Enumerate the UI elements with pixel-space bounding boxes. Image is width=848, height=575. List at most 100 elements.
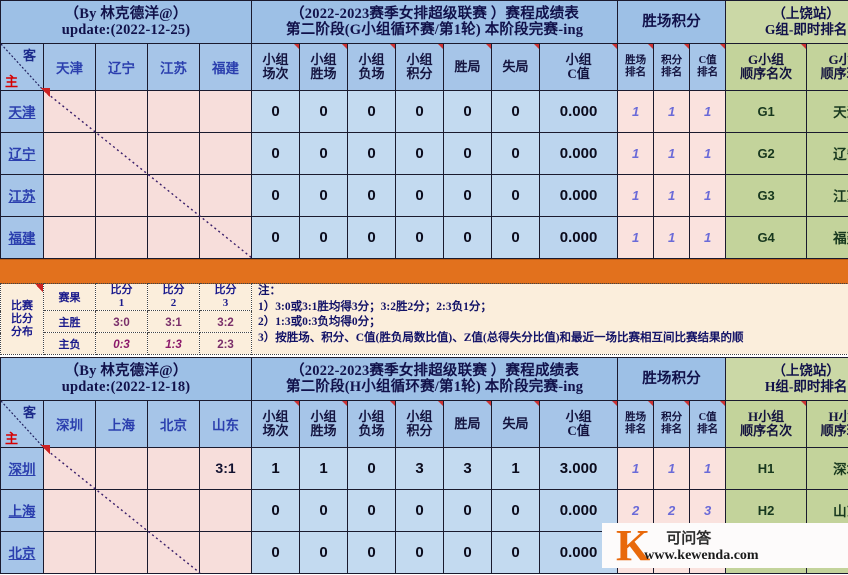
h-cell-2-0[interactable] <box>43 531 96 574</box>
g-stat-3-0: 0 <box>251 216 301 259</box>
g-order-1-team: 辽宁 <box>806 132 848 175</box>
h-stat-1-5: 0 <box>491 489 541 532</box>
h-cell-0-0[interactable] <box>43 447 96 490</box>
g-rank-3-0: 1 <box>617 216 655 259</box>
table-row[interactable]: 江苏 0 0 0 0 0 0 0.000 1 1 1 G3 江苏 <box>0 174 848 217</box>
g-stat-0-3: 0 <box>395 90 445 133</box>
g-rank-head-1: 积分 排名 <box>653 43 691 91</box>
h-order-0-no: H1 <box>725 447 808 490</box>
g-cell-1-2[interactable] <box>147 132 200 175</box>
g-rank-3-1: 1 <box>653 216 691 259</box>
g-cell-3-1[interactable] <box>95 216 148 259</box>
h-stat-1-3: 0 <box>395 489 445 532</box>
h-stat-head-4: 胜局 <box>443 400 493 448</box>
h-stat-2-2: 0 <box>347 531 397 574</box>
h-matrix-corner-marker-icon <box>41 445 50 454</box>
legend-corner-marker-icon <box>35 284 43 292</box>
corner-home-label: 主 <box>5 74 19 89</box>
g-cell-2-0[interactable] <box>43 174 96 217</box>
g-cell-3-0[interactable] <box>43 216 96 259</box>
g-order-3-no: G4 <box>725 216 808 259</box>
g-rank-0-2: 1 <box>689 90 727 133</box>
g-cell-1-3[interactable] <box>198 132 253 175</box>
g-stat-head-1: 小组 胜场 <box>299 43 349 91</box>
h-cell-0-3[interactable]: 3:1 <box>198 447 253 490</box>
g-rank-0-0: 1 <box>617 90 655 133</box>
g-rank-header-line1: （上饶站） <box>772 6 840 21</box>
h-stat-0-2: 0 <box>347 447 397 490</box>
legend-val-1-2: 2:3 <box>199 332 252 355</box>
h-header-row: 客 主 深圳 上海 北京 山东 小组 场次 小组 胜场 小组 负场 小组 积分 胜局 失… <box>0 400 848 448</box>
legend-val-0-2: 3:2 <box>199 310 252 333</box>
h-stat-2-5: 0 <box>491 531 541 574</box>
g-stat-2-6: 0.000 <box>539 174 619 217</box>
h-stat-2-3: 0 <box>395 531 445 574</box>
g-cell-1-0[interactable] <box>43 132 96 175</box>
h-cell-1-0[interactable] <box>43 489 96 532</box>
h-stat-1-2: 0 <box>347 489 397 532</box>
h-cell-2-2[interactable] <box>147 531 200 574</box>
legend-score-head-1: 比分 2 <box>147 283 200 311</box>
g-cell-0-0[interactable] <box>43 90 96 133</box>
g-order-3-team: 福建 <box>806 216 848 259</box>
g-cell-2-2[interactable] <box>147 174 200 217</box>
h-rank-0-0: 1 <box>617 447 655 490</box>
h-cell-2-3[interactable] <box>198 531 253 574</box>
g-opponent-head-3: 福建 <box>198 43 253 91</box>
corner-away-label: 客 <box>22 405 36 420</box>
legend-row-label-1: 主负 <box>43 332 96 355</box>
g-rank-1-2: 1 <box>689 132 727 175</box>
g-cell-3-2[interactable] <box>147 216 200 259</box>
h-cell-0-2[interactable] <box>147 447 200 490</box>
g-row-team-3: 福建 <box>0 216 44 259</box>
h-row-team-2: 北京 <box>0 531 44 574</box>
g-stat-1-2: 0 <box>347 132 397 175</box>
h-stat-1-4: 0 <box>443 489 493 532</box>
group-g-table: （By 林克德洋@） update:(2022-12-25) （2022-202… <box>0 0 848 259</box>
g-order-2-no: G3 <box>725 174 808 217</box>
g-cell-0-2[interactable] <box>147 90 200 133</box>
g-rank-header: （上饶站） G组-即时排名 <box>725 0 848 44</box>
h-cell-0-1[interactable] <box>95 447 148 490</box>
g-stat-3-1: 0 <box>299 216 349 259</box>
table-row[interactable]: 福建 0 0 0 0 0 0 0.000 1 1 1 G4 福建 <box>0 216 848 259</box>
g-stat-head-0: 小组 场次 <box>251 43 301 91</box>
h-stat-0-1: 1 <box>299 447 349 490</box>
h-rank-head-1: 积分 排名 <box>653 400 691 448</box>
g-stat-2-4: 0 <box>443 174 493 217</box>
g-stat-3-2: 0 <box>347 216 397 259</box>
note-line-2: 3）按胜场、积分、C值(胜负局数比值)、Z值(总得失分比值)和最近一场比赛相互间… <box>258 331 744 344</box>
g-stat-head-6: 小组 C值 <box>539 43 619 91</box>
g-order-0-team: 天津 <box>806 90 848 133</box>
h-cell-1-2[interactable] <box>147 489 200 532</box>
g-stat-3-5: 0 <box>491 216 541 259</box>
g-row-team-1: 辽宁 <box>0 132 44 175</box>
g-header-row: 客 主 天津 辽宁 江苏 福建 小组 场次 小组 胜场 小组 负场 小组 积分 胜局 失… <box>0 43 848 91</box>
legend-title-cell: 比赛 比分 分布 <box>0 283 44 355</box>
h-rank-head-2: C值 排名 <box>689 400 727 448</box>
g-cell-3-3[interactable] <box>198 216 253 259</box>
g-rank-1-1: 1 <box>653 132 691 175</box>
g-opponent-head-2: 江苏 <box>147 43 200 91</box>
table-row[interactable]: 天津 0 0 0 0 0 0 0.000 1 1 1 G1 天津 <box>0 90 848 133</box>
g-opponent-head-1: 辽宁 <box>95 43 148 91</box>
legend-score-head-2: 比分 3 <box>199 283 252 311</box>
h-cell-1-1[interactable] <box>95 489 148 532</box>
legend-val-0-1: 3:1 <box>147 310 200 333</box>
g-cell-0-3[interactable] <box>198 90 253 133</box>
g-cell-2-3[interactable] <box>198 174 253 217</box>
g-stat-head-4: 胜局 <box>443 43 493 91</box>
g-cell-0-1[interactable] <box>95 90 148 133</box>
g-stat-1-0: 0 <box>251 132 301 175</box>
g-cell-2-1[interactable] <box>95 174 148 217</box>
g-cell-1-1[interactable] <box>95 132 148 175</box>
h-cell-1-3[interactable] <box>198 489 253 532</box>
h-cell-2-1[interactable] <box>95 531 148 574</box>
table-row[interactable]: 辽宁 0 0 0 0 0 0 0.000 1 1 1 G2 辽宁 <box>0 132 848 175</box>
g-order-0-no: G1 <box>725 90 808 133</box>
h-opponent-head-0: 深圳 <box>43 400 96 448</box>
h-author-line1: （By 林克德洋@） <box>64 363 188 379</box>
h-corner-cell: 客 主 <box>0 400 44 448</box>
table-row[interactable]: 深圳 3:1 1 1 0 3 3 1 3.000 1 1 1 H1 深圳 <box>0 447 848 490</box>
notes-cell: 注： 1）3:0或3:1胜均得3分；3:2胜2分；2:3负1分； 2）1:3或0… <box>251 283 848 355</box>
